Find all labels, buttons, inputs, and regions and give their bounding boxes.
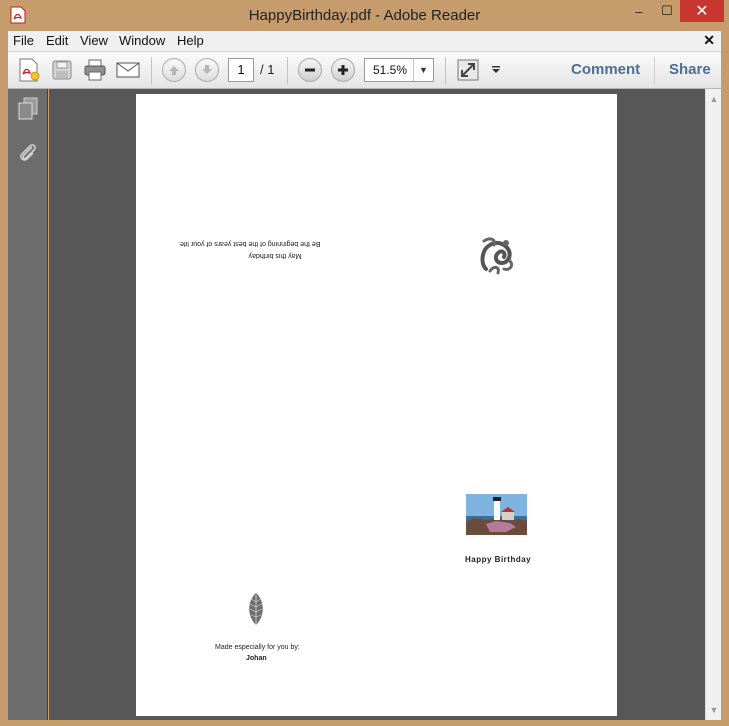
made-by-name: Johan bbox=[246, 655, 267, 662]
menu-file[interactable]: File bbox=[13, 33, 34, 48]
maximize-button[interactable]: ☐ bbox=[654, 0, 680, 22]
lighthouse-photo bbox=[466, 494, 527, 535]
window-title: HappyBirthday.pdf - Adobe Reader bbox=[248, 7, 481, 24]
close-document-button[interactable]: ✕ bbox=[703, 32, 715, 49]
zoom-select[interactable]: 51.5% ▼ bbox=[364, 58, 434, 82]
email-icon[interactable] bbox=[115, 57, 141, 83]
save-icon[interactable] bbox=[49, 57, 75, 83]
navigation-pane bbox=[8, 89, 48, 720]
menu-bar: File Edit View Window Help ✕ bbox=[8, 31, 721, 52]
zoom-out-icon[interactable] bbox=[297, 57, 323, 83]
menu-view[interactable]: View bbox=[80, 33, 108, 48]
chevron-down-icon[interactable]: ▼ bbox=[413, 59, 433, 81]
close-button[interactable]: ✕ bbox=[680, 0, 724, 22]
card-title: Happy Birthday bbox=[465, 555, 532, 564]
made-by-label: Made especially for you by: bbox=[215, 644, 300, 651]
scroll-up-icon[interactable]: ▲ bbox=[706, 91, 722, 107]
toolbar-separator bbox=[151, 57, 152, 84]
share-button[interactable]: Share bbox=[669, 61, 711, 78]
page-number-input[interactable]: 1 bbox=[228, 58, 254, 82]
next-page-icon[interactable] bbox=[194, 57, 220, 83]
comment-button[interactable]: Comment bbox=[571, 61, 640, 78]
attachments-icon[interactable] bbox=[15, 139, 41, 167]
inverted-message-line2: Be the beginning of the best years of yo… bbox=[178, 240, 321, 247]
print-icon[interactable] bbox=[82, 57, 108, 83]
toolbar-separator bbox=[654, 57, 655, 84]
menu-edit[interactable]: Edit bbox=[46, 33, 68, 48]
minimize-button[interactable]: – bbox=[624, 0, 654, 22]
scroll-down-icon[interactable]: ▼ bbox=[706, 702, 722, 718]
create-pdf-icon[interactable] bbox=[16, 57, 42, 83]
menu-help[interactable]: Help bbox=[177, 33, 204, 48]
zoom-in-icon[interactable] bbox=[330, 57, 356, 83]
vertical-scrollbar[interactable]: ▲ ▼ bbox=[705, 89, 721, 720]
pdf-page: May this birthday Be the beginning of th… bbox=[136, 94, 617, 716]
toolbar-options-icon[interactable] bbox=[486, 57, 506, 83]
inverted-message-line1: May this birthday bbox=[248, 252, 302, 259]
previous-page-icon[interactable] bbox=[161, 57, 187, 83]
ornament-icon bbox=[478, 235, 516, 275]
toolbar: 1 / 1 51.5% ▼ Comment Share bbox=[8, 52, 721, 89]
page-thumbnails-icon[interactable] bbox=[15, 95, 41, 123]
menu-window[interactable]: Window bbox=[119, 33, 165, 48]
zoom-value: 51.5% bbox=[372, 63, 408, 77]
document-view[interactable]: May this birthday Be the beginning of th… bbox=[49, 89, 705, 720]
page-count: / 1 bbox=[260, 62, 275, 77]
full-screen-icon[interactable] bbox=[455, 57, 481, 83]
toolbar-separator bbox=[445, 57, 446, 84]
title-bar: HappyBirthday.pdf - Adobe Reader – ☐ ✕ bbox=[0, 0, 729, 31]
leaf-icon bbox=[246, 592, 266, 628]
toolbar-separator bbox=[287, 57, 288, 84]
